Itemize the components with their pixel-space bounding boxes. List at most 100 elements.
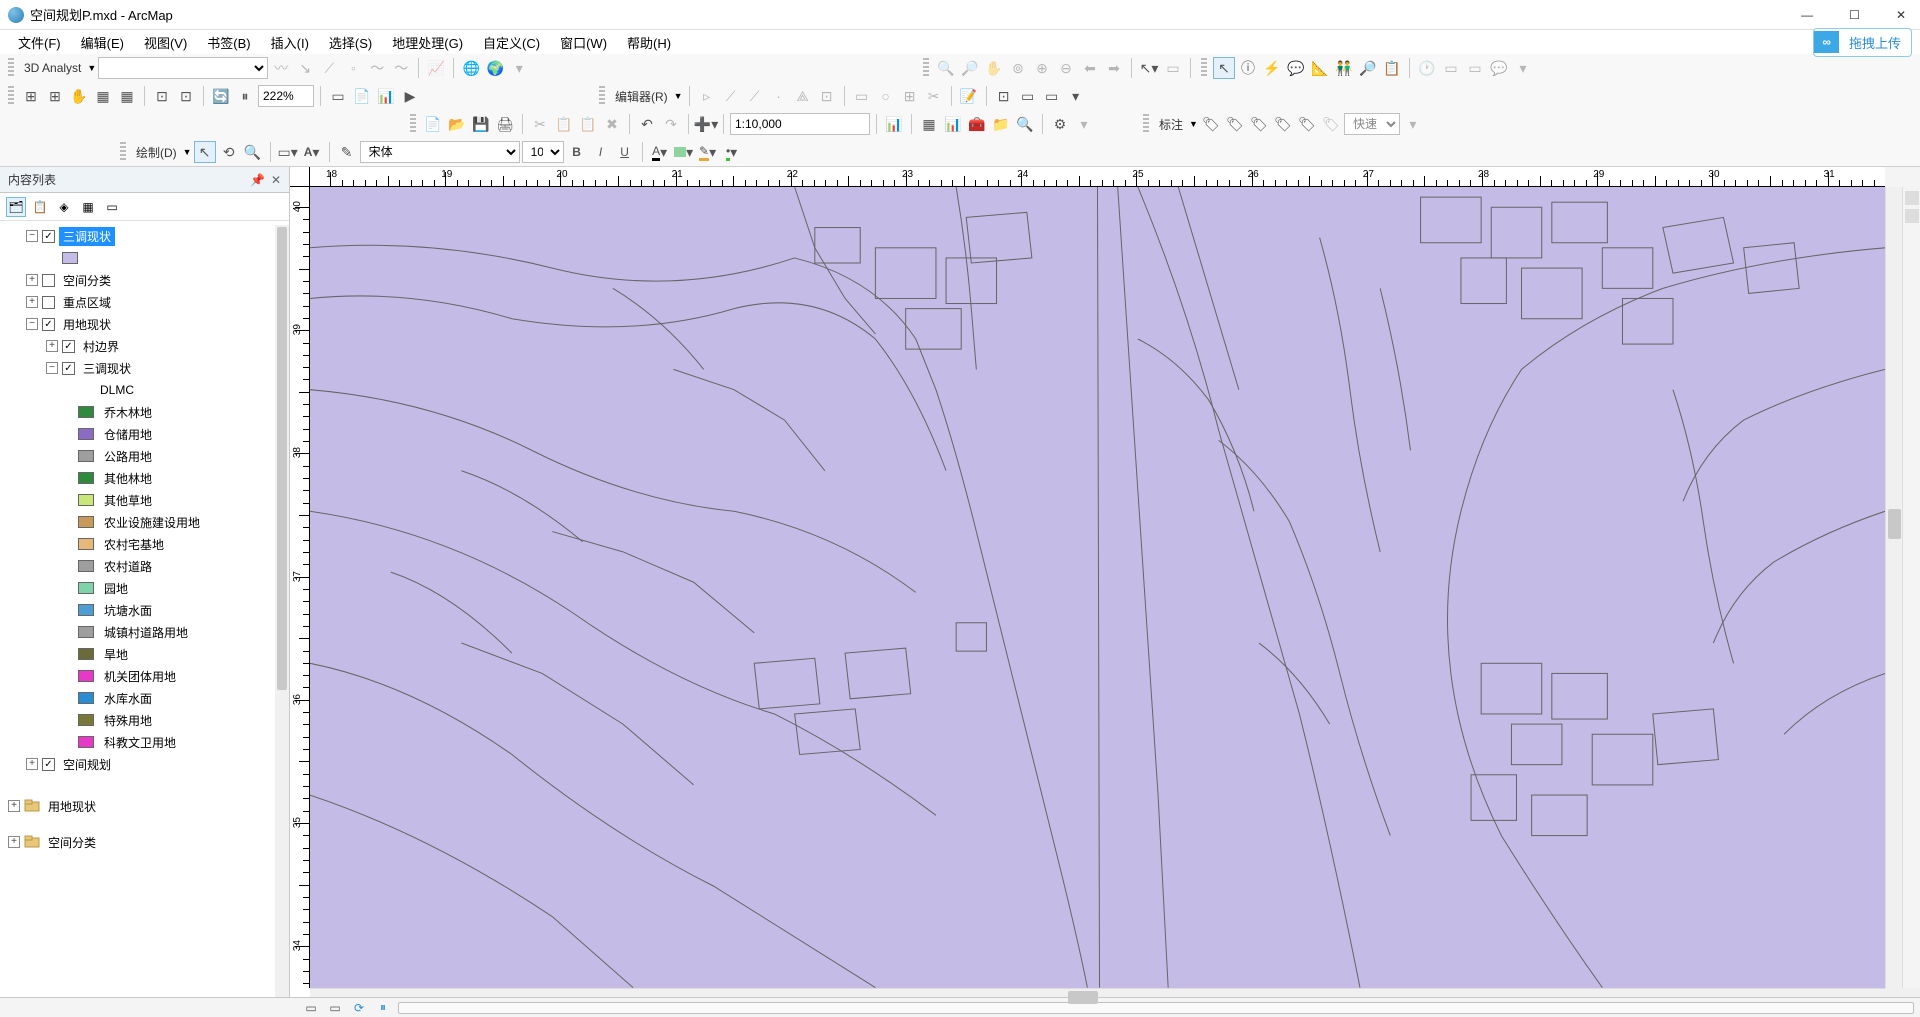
pin-icon[interactable]: 📌: [250, 173, 265, 187]
cut-icon[interactable]: ✂: [529, 113, 551, 135]
run-icon[interactable]: ▶: [399, 85, 421, 107]
fullext-icon[interactable]: ⊚: [1007, 57, 1029, 79]
layout-view-tab-icon[interactable]: ▭: [326, 1000, 344, 1016]
zoomin-icon[interactable]: 🔍: [935, 57, 957, 79]
time-icon[interactable]: 🕐: [1416, 57, 1438, 79]
zoom-percent-input[interactable]: [258, 85, 314, 107]
los-icon[interactable]: ⟋: [318, 57, 340, 79]
point-icon[interactable]: ◦: [342, 57, 364, 79]
label1-icon[interactable]: 🏷: [1200, 113, 1222, 135]
line-color-icon[interactable]: ✎▾: [697, 141, 719, 163]
magnifier-icon[interactable]: 💬: [1488, 57, 1510, 79]
data-view-tab-icon[interactable]: ▭: [302, 1000, 320, 1016]
search-icon[interactable]: 🔍: [1014, 113, 1036, 135]
layer-checkbox[interactable]: ✓: [42, 758, 55, 771]
pause-nav-icon[interactable]: ⏸: [374, 1000, 392, 1016]
layer-kjfl[interactable]: 空间分类: [59, 271, 115, 290]
menu-bookmarks[interactable]: 书签(B): [197, 31, 260, 54]
toolbar-grip[interactable]: [1201, 58, 1207, 78]
graph-icon[interactable]: 📊: [942, 113, 964, 135]
legend-row[interactable]: 特殊用地: [2, 709, 287, 731]
menu-window[interactable]: 窗口(W): [550, 31, 617, 54]
close-panel-icon[interactable]: ✕: [271, 173, 281, 187]
edit-offset-icon[interactable]: ⊞: [899, 85, 921, 107]
layer-checkbox[interactable]: [42, 274, 55, 287]
menu-insert[interactable]: 插入(I): [261, 31, 319, 54]
edit-targets-icon[interactable]: ▭: [1041, 85, 1063, 107]
rect-tool-icon[interactable]: ▭▾: [277, 141, 299, 163]
editor-label[interactable]: 编辑器(R): [611, 88, 672, 105]
menu-geoprocessing[interactable]: 地理处理(G): [382, 31, 473, 54]
sidetool1-icon[interactable]: [1905, 191, 1919, 205]
menu-selection[interactable]: 选择(S): [319, 31, 382, 54]
font-size-combo[interactable]: 10: [522, 141, 564, 163]
legend-row[interactable]: 农业设施建设用地: [2, 511, 287, 533]
edit-seg-icon[interactable]: ⊡: [816, 85, 838, 107]
extent1-icon[interactable]: ⊡: [151, 85, 173, 107]
close-button[interactable]: ✕: [1890, 6, 1912, 24]
globe2-icon[interactable]: 🌍: [484, 57, 506, 79]
bold-icon[interactable]: B: [566, 141, 588, 163]
menu-edit[interactable]: 编辑(E): [71, 31, 134, 54]
edit-rect-icon[interactable]: ▭: [851, 85, 873, 107]
dataview-icon[interactable]: ▭: [327, 85, 349, 107]
legend-row[interactable]: 仓储用地: [2, 423, 287, 445]
grid1-icon[interactable]: ▦: [92, 85, 114, 107]
interpolate2-icon[interactable]: 〜: [390, 57, 412, 79]
toolbar-grip[interactable]: [923, 58, 929, 78]
expand-icon[interactable]: −: [26, 318, 38, 330]
label6-icon[interactable]: 🏷: [1320, 113, 1342, 135]
edit-tool-icon[interactable]: ▹: [696, 85, 718, 107]
tbl-icon[interactable]: ▦: [918, 113, 940, 135]
edit-line-icon[interactable]: ⟋: [720, 85, 742, 107]
interpolate-icon[interactable]: 〜: [366, 57, 388, 79]
analyst-layer-combo[interactable]: [98, 57, 268, 79]
extent2-icon[interactable]: ⊡: [175, 85, 197, 107]
map-scrollbar-vertical[interactable]: [1885, 187, 1902, 988]
redo-icon[interactable]: ↷: [660, 113, 682, 135]
viewer-icon[interactable]: ▭: [1464, 57, 1486, 79]
toolbar-grip[interactable]: [8, 86, 14, 106]
html-popup-icon[interactable]: 💬: [1285, 57, 1307, 79]
toolbar-grip[interactable]: [120, 142, 126, 162]
select-tool-icon[interactable]: ↖: [194, 141, 216, 163]
sidetool2-icon[interactable]: [1905, 209, 1919, 223]
editor-toolbar-icon[interactable]: 📊: [883, 113, 905, 135]
edit-split-icon[interactable]: ✂: [923, 85, 945, 107]
zoom-tool-icon[interactable]: 🔍: [242, 141, 264, 163]
pause-icon[interactable]: ⏸: [234, 85, 256, 107]
italic-icon[interactable]: I: [590, 141, 612, 163]
toc-scrollbar[interactable]: [275, 225, 289, 997]
toolbox-icon[interactable]: 🧰: [966, 113, 988, 135]
goto-icon[interactable]: 📋: [1381, 57, 1403, 79]
legend-row[interactable]: 城镇村道路用地: [2, 621, 287, 643]
layer-sdxz2[interactable]: 三调现状: [79, 359, 135, 378]
open-icon[interactable]: 📂: [446, 113, 468, 135]
legend-row[interactable]: 农村宅基地: [2, 533, 287, 555]
fill-color-icon[interactable]: ▾: [673, 141, 695, 163]
create-feat-icon[interactable]: ▭: [1017, 85, 1039, 107]
legend-row[interactable]: 机关团体用地: [2, 665, 287, 687]
networks-icon[interactable]: ✋: [68, 85, 90, 107]
label3-icon[interactable]: 🏷: [1248, 113, 1270, 135]
add-data-icon[interactable]: ➕▾: [695, 113, 717, 135]
layer-checkbox[interactable]: ✓: [62, 362, 75, 375]
upload-button[interactable]: ∞ 拖拽上传: [1813, 28, 1912, 57]
globe-icon[interactable]: 🌐: [460, 57, 482, 79]
legend-row[interactable]: 公路用地: [2, 445, 287, 467]
legend-row[interactable]: 旱地: [2, 643, 287, 665]
profile-icon[interactable]: 📈: [425, 57, 447, 79]
addxy-icon[interactable]: ⊞: [20, 85, 42, 107]
grid2-icon[interactable]: ▦: [116, 85, 138, 107]
font-color-icon[interactable]: A▾: [649, 141, 671, 163]
pointer-icon[interactable]: ↖: [1213, 57, 1235, 79]
layer-checkbox[interactable]: [42, 296, 55, 309]
fast-combo[interactable]: 快速: [1344, 113, 1400, 135]
layer-kjgh[interactable]: 空间规划: [59, 755, 115, 774]
sketch-props-icon[interactable]: ⊡: [993, 85, 1015, 107]
toolbar-grip[interactable]: [8, 58, 14, 78]
layer-sdxz[interactable]: 三调现状: [59, 227, 115, 246]
back-icon[interactable]: ⬅: [1079, 57, 1101, 79]
select-elements-icon[interactable]: ↖▾: [1138, 57, 1160, 79]
layer-checkbox[interactable]: ✓: [42, 230, 55, 243]
